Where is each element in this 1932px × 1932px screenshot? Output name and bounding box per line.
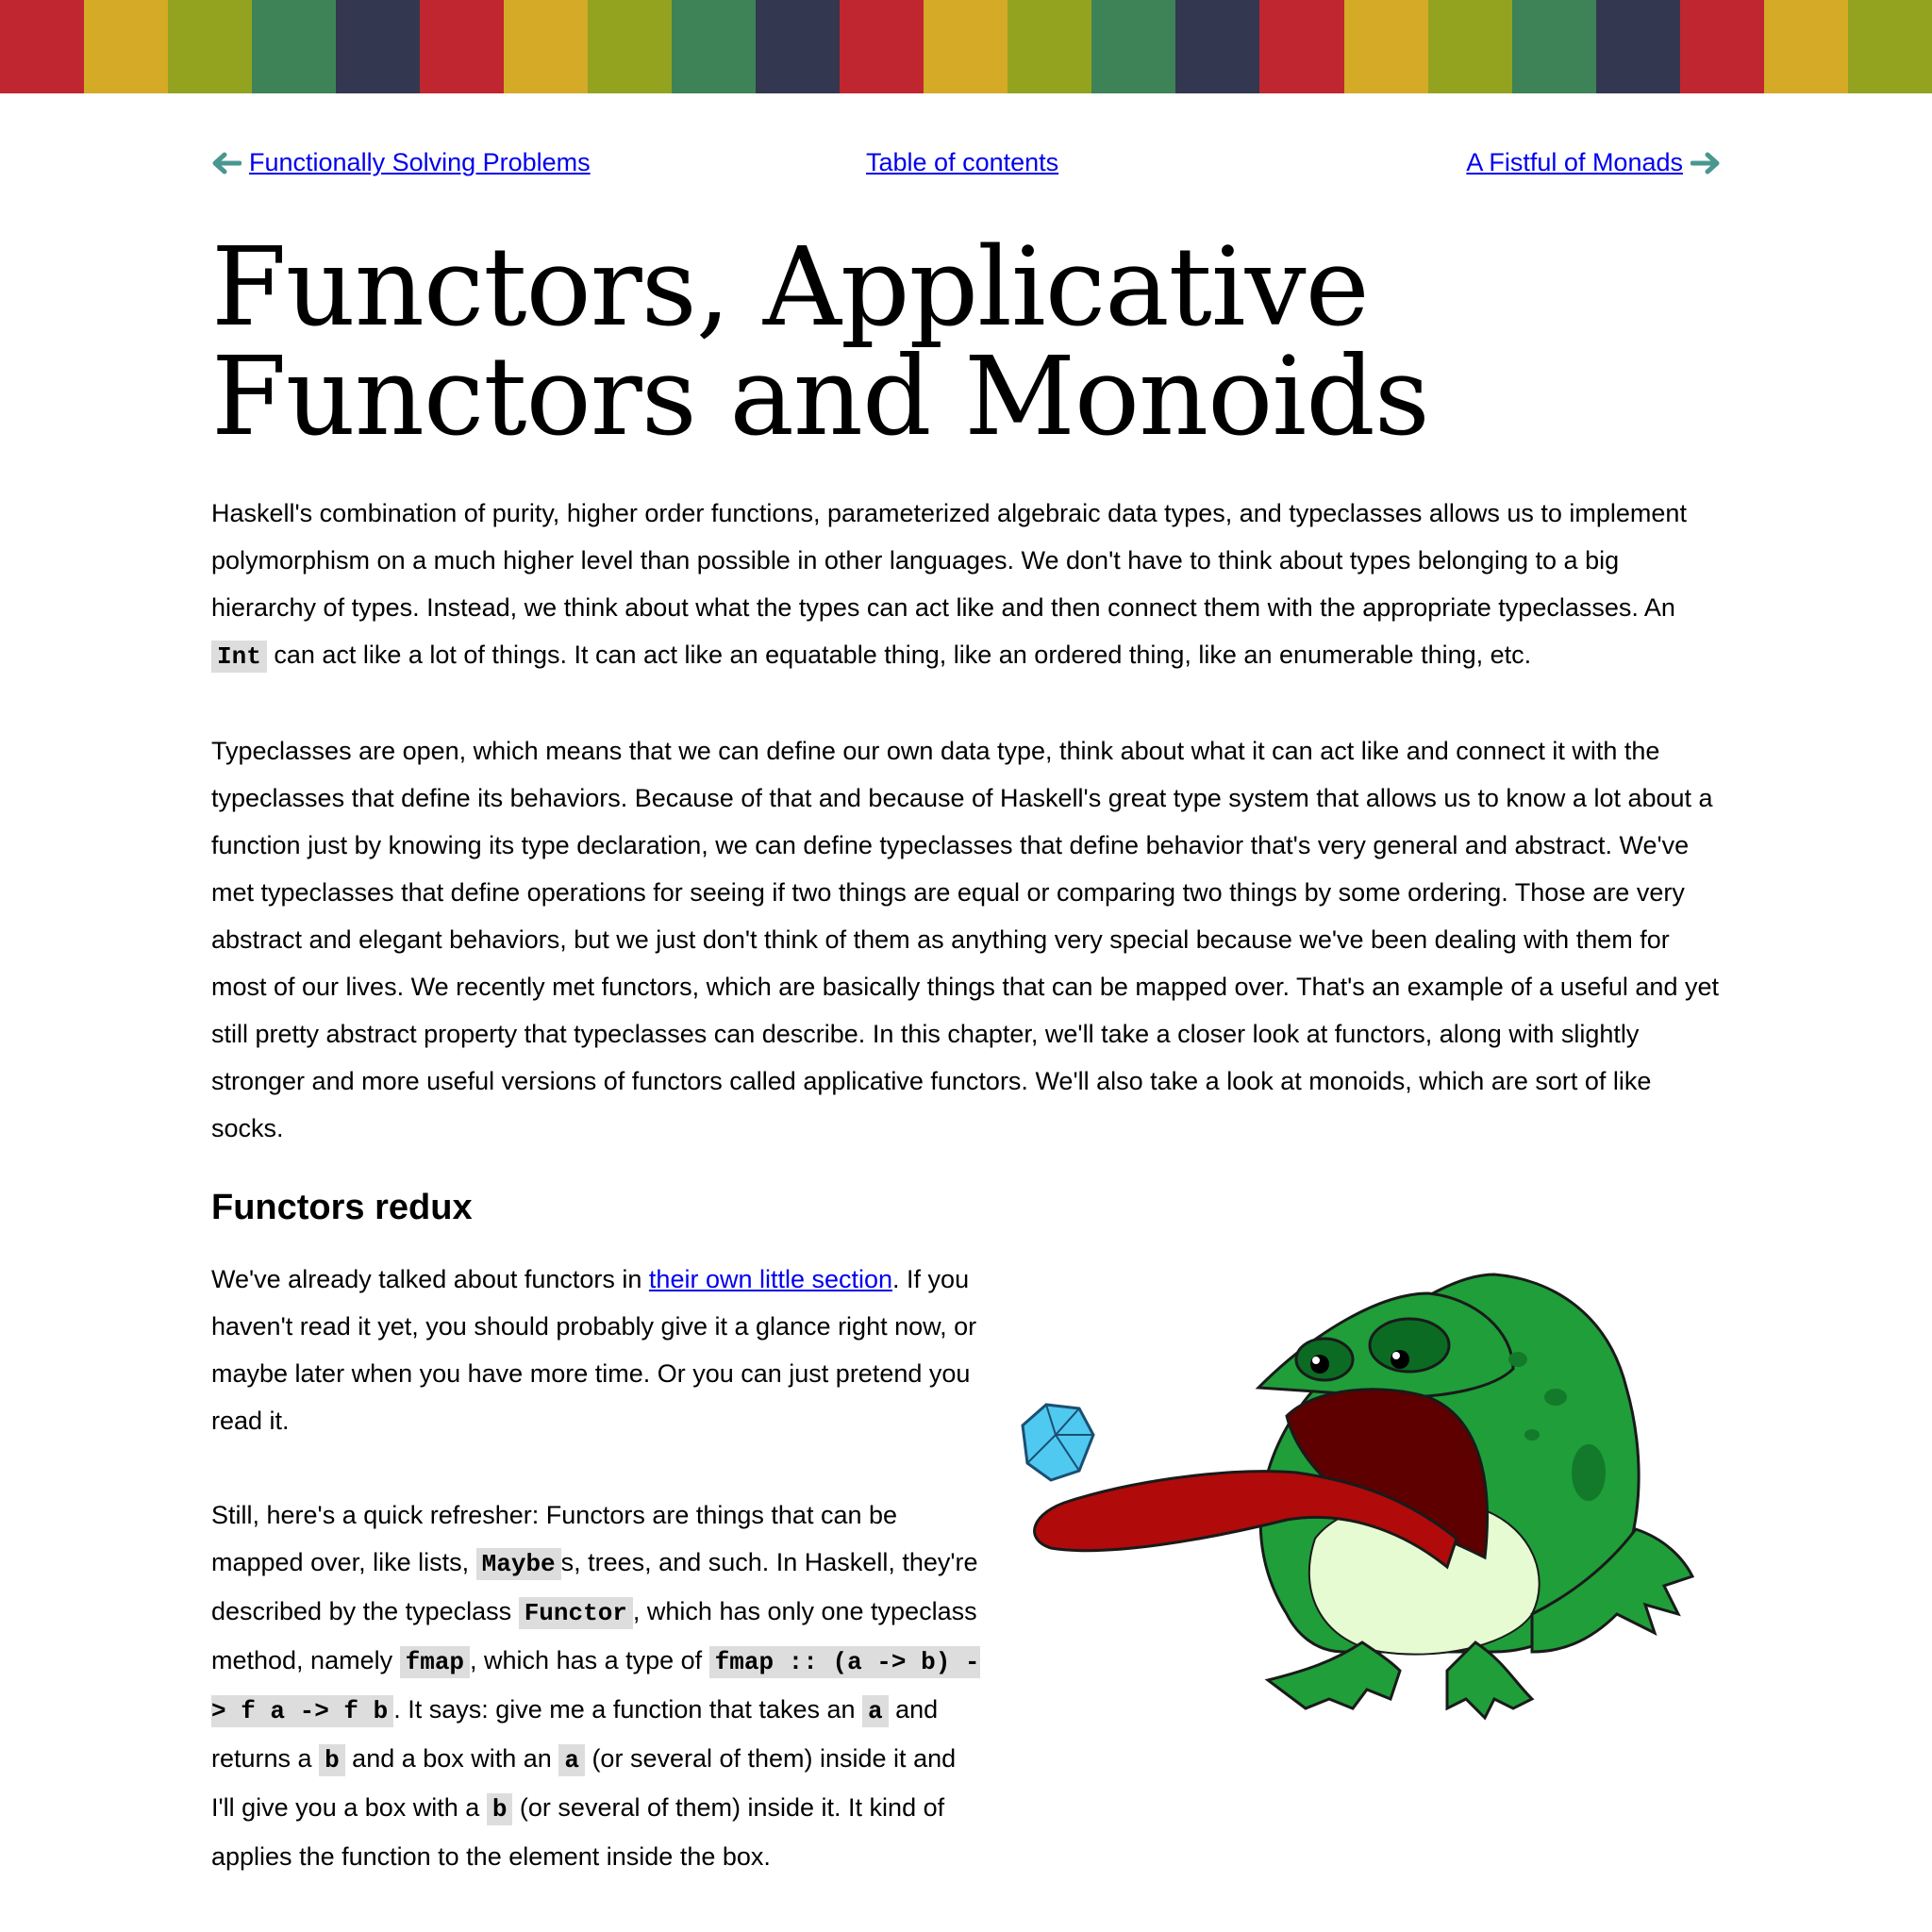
- stripe-block: [1427, 0, 1512, 93]
- section-heading: Functors redux: [211, 1188, 473, 1227]
- stripe-block: [168, 0, 253, 93]
- inline-code: Int: [211, 641, 267, 673]
- stripe-block: [672, 0, 757, 93]
- inline-code: a: [862, 1695, 889, 1727]
- page-title-line-1: Functors, Applicative: [211, 225, 1370, 351]
- stripe-block: [588, 0, 673, 93]
- stripe-block: [1343, 0, 1428, 93]
- stripe-block: [336, 0, 421, 93]
- table-of-contents-link[interactable]: Table of contents: [866, 148, 1058, 177]
- inline-code: Maybe: [475, 1548, 561, 1580]
- stripe-block: [1091, 0, 1176, 93]
- inline-code: fmap: [399, 1646, 471, 1678]
- prev-chapter-link[interactable]: Functionally Solving Problems: [249, 148, 591, 177]
- functors-redux-section: We've already talked about functors in t…: [211, 1256, 1721, 1880]
- stripe-block: [84, 0, 169, 93]
- stripe-block: [1679, 0, 1764, 93]
- inline-code: Functor: [518, 1597, 633, 1629]
- inline-code: b: [486, 1793, 513, 1825]
- stripe-block: [1595, 0, 1680, 93]
- stripe-block: [1511, 0, 1596, 93]
- functors-section-link[interactable]: their own little section: [649, 1265, 892, 1293]
- prev-chapter-nav[interactable]: Functionally Solving Problems: [211, 148, 591, 177]
- intro-paragraph-1: Haskell's combination of purity, higher …: [211, 499, 1687, 673]
- page-content: Functionally Solving Problems Table of c…: [211, 93, 1721, 1871]
- stripe-block: [0, 0, 85, 93]
- color-stripe-banner: [0, 0, 1932, 93]
- page-title: Functors, Applicative Functors and Monoi…: [211, 233, 1721, 452]
- stripe-block: [924, 0, 1008, 93]
- inline-code: a: [558, 1744, 585, 1776]
- stripe-block: [420, 0, 505, 93]
- inline-code: b: [319, 1744, 345, 1776]
- arrow-right-icon: [1690, 152, 1720, 174]
- next-chapter-link[interactable]: A Fistful of Monads: [1466, 148, 1683, 177]
- chapter-navigation: Functionally Solving Problems Table of c…: [211, 93, 1721, 188]
- frog-illustration: [1021, 1273, 1695, 1721]
- stripe-block: [756, 0, 841, 93]
- stripe-block: [1008, 0, 1092, 93]
- next-chapter-nav[interactable]: A Fistful of Monads: [1466, 148, 1721, 177]
- article-body: Haskell's combination of purity, higher …: [211, 490, 1721, 1880]
- functors-redux-paragraph-1: We've already talked about functors in t…: [211, 1265, 977, 1435]
- stripe-block: [1259, 0, 1344, 93]
- stripe-block: [1847, 0, 1932, 93]
- arrow-left-icon: [212, 152, 242, 174]
- stripe-block: [840, 0, 924, 93]
- functors-redux-paragraph-2: Still, here's a quick refresher: Functor…: [211, 1501, 980, 1871]
- stripe-block: [1175, 0, 1260, 93]
- intro-paragraph-2: Typeclasses are open, which means that w…: [211, 737, 1719, 1142]
- page-title-line-2: Functors and Monoids: [211, 334, 1430, 460]
- stripe-block: [252, 0, 337, 93]
- stripe-block: [1763, 0, 1848, 93]
- stripe-block: [504, 0, 589, 93]
